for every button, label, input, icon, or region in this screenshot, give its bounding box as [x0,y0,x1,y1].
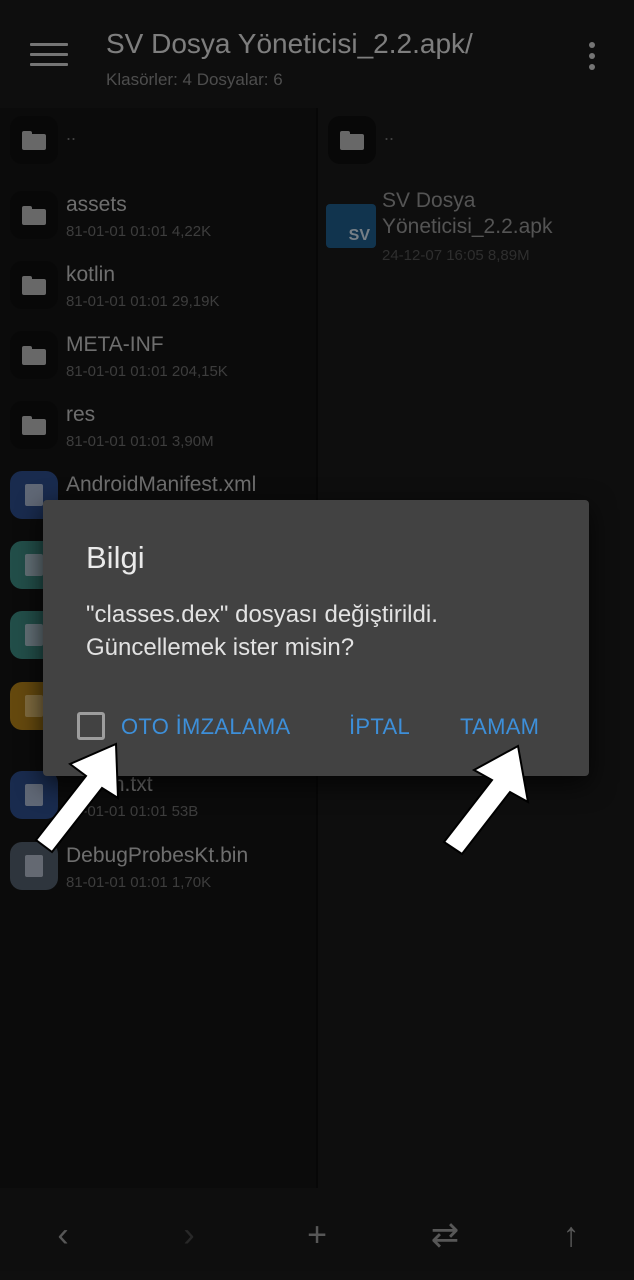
auto-sign-checkbox[interactable] [77,712,105,740]
ok-button[interactable]: TAMAM [460,714,539,740]
cancel-button[interactable]: İPTAL [349,714,410,740]
auto-sign-button[interactable]: OTO İMZALAMA [121,714,290,740]
pointer-arrow-icon [34,742,120,854]
dialog-title: Bilgi [86,540,145,575]
info-dialog: Bilgi "classes.dex" dosyası değiştirildi… [43,500,589,776]
dialog-message: "classes.dex" dosyası değiştirildi. Günc… [86,601,438,661]
pointer-arrow-icon [442,744,530,856]
